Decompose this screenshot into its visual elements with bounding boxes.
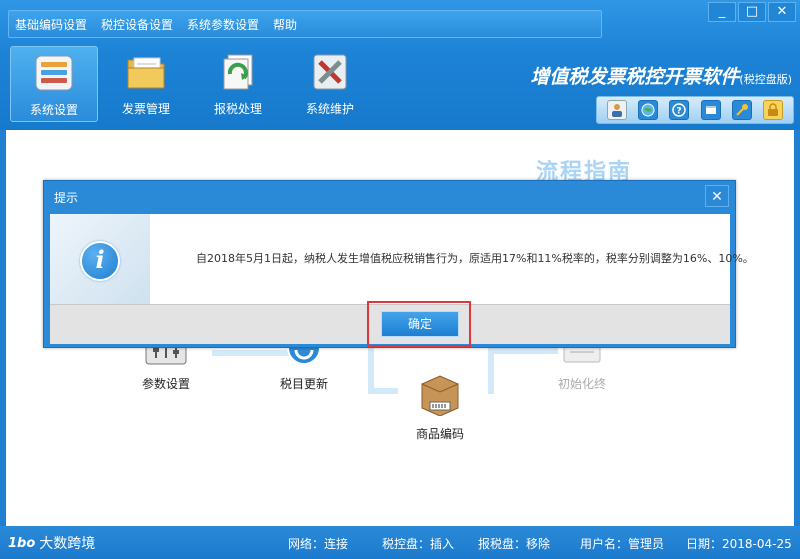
toolbar-system-maintenance[interactable]: 系统维护 (286, 46, 374, 122)
close-button[interactable]: ✕ (768, 2, 796, 22)
lock-icon[interactable] (763, 100, 784, 120)
menu-basic-code-settings[interactable]: 基础编码设置 (15, 16, 87, 33)
app-brand: 增值税发票税控开票软件(税控盘版) (530, 62, 792, 89)
node-product-code[interactable]: 商品编码 (416, 374, 464, 442)
minimize-button[interactable]: _ (708, 2, 736, 22)
notice-dialog: 提示 ✕ i 自2018年5月1日起，纳税人发生增值税应税销售行为，原适用17%… (43, 180, 754, 348)
window-controls: _ □ ✕ (706, 2, 796, 22)
settings-icon (32, 53, 76, 93)
dialog-side-panel: i (50, 214, 150, 304)
toolbar-system-settings[interactable]: 系统设置 (10, 46, 98, 122)
node-label: 初始化终 (558, 377, 607, 391)
logo-text: 大数跨境 (39, 536, 96, 552)
svg-text:?: ? (677, 107, 682, 117)
ok-button-highlight: 确定 (367, 301, 471, 347)
toolbar-label: 系统维护 (305, 102, 354, 116)
toolbar-tax-report[interactable]: 报税处理 (194, 46, 282, 122)
globe-icon[interactable] (637, 100, 658, 120)
menu-help[interactable]: 帮助 (273, 16, 297, 33)
dialog-footer: 确定 (50, 301, 730, 347)
main-toolbar: 系统设置 发票管理 报税处理 系统维护 (10, 46, 378, 122)
toolbar-invoice-management[interactable]: 发票管理 (102, 46, 190, 122)
status-date: 日期：2018-04-25 (686, 537, 792, 551)
info-icon: i (80, 241, 120, 281)
package-box-icon (418, 374, 462, 419)
help-icon[interactable]: ? (669, 100, 690, 120)
node-label: 税目更新 (280, 377, 329, 391)
menu-system-params[interactable]: 系统参数设置 (187, 16, 259, 33)
node-label: 参数设置 (142, 377, 191, 391)
dialog-close-button[interactable]: ✕ (705, 185, 729, 207)
status-user: 用户名：管理员 (580, 537, 665, 551)
status-network: 网络：连接 (288, 537, 349, 551)
maintenance-tools-icon (308, 52, 352, 92)
flow-arrow (368, 388, 398, 394)
brand-subtitle: (税控盘版) (739, 73, 792, 86)
status-bar: 1bo 大数跨境 网络：连接 税控盘：插入 报税盘：移除 用户名：管理员 日期：… (0, 526, 800, 559)
status-report-disk: 报税盘：移除 (478, 537, 551, 551)
dialog-message: 自2018年5月1日起，纳税人发生增值税应税销售行为，原适用17%和11%税率的… (196, 252, 754, 265)
flow-arrow (488, 348, 558, 354)
user-icon[interactable] (606, 100, 627, 120)
status-tax-disk: 税控盘：插入 (382, 537, 455, 551)
node-label: 商品编码 (416, 427, 465, 441)
menu-tax-device-settings[interactable]: 税控设备设置 (101, 16, 173, 33)
ok-button[interactable]: 确定 (381, 311, 459, 337)
logo-mark: 1bo (8, 535, 36, 551)
company-logo: 1bo 大数跨境 (8, 533, 95, 553)
toolbar-label: 发票管理 (121, 102, 170, 116)
dialog-title: 提示 (54, 191, 79, 205)
dialog-body: i 自2018年5月1日起，纳税人发生增值税应税销售行为，原适用17%和11%税… (50, 214, 754, 304)
window-icon[interactable] (700, 100, 721, 120)
menu-bar: 基础编码设置 税控设备设置 系统参数设置 帮助 (8, 10, 602, 38)
key-icon[interactable] (731, 100, 752, 120)
flow-arrow (488, 348, 494, 394)
toolbar-label: 系统设置 (29, 103, 78, 117)
tax-report-icon (216, 52, 260, 92)
brand-title: 增值税发票税控开票软件 (530, 66, 740, 88)
quick-icon-bar: ? (596, 96, 794, 124)
top-header: 基础编码设置 税控设备设置 系统参数设置 帮助 _ □ ✕ 系统设置 发票管理 … (0, 0, 800, 130)
toolbar-label: 报税处理 (213, 102, 262, 116)
maximize-button[interactable]: □ (738, 2, 766, 22)
invoice-folder-icon (124, 52, 168, 92)
